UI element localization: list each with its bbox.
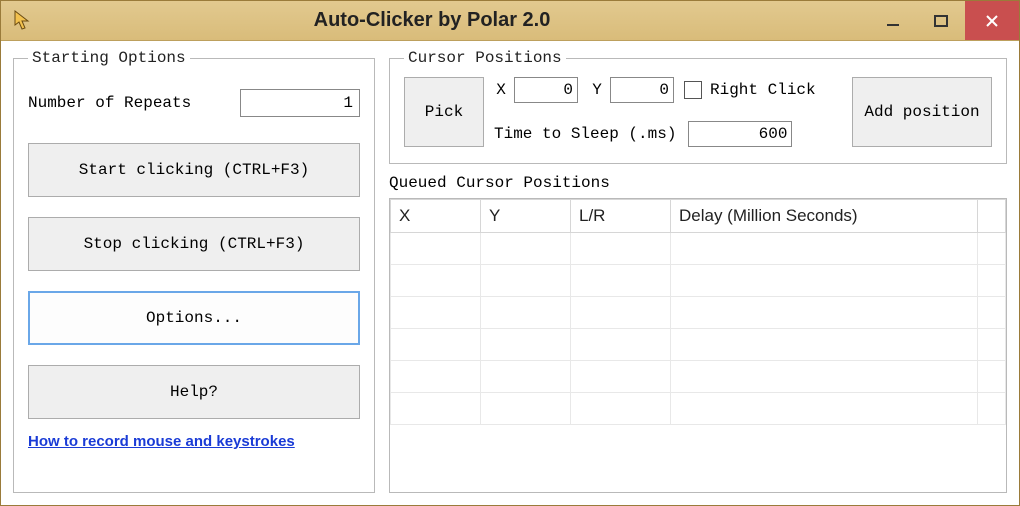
queued-positions-table[interactable]: X Y L/R Delay (Million Seconds): [389, 198, 1007, 493]
titlebar: Auto-Clicker by Polar 2.0: [1, 1, 1019, 41]
pick-button[interactable]: Pick: [404, 77, 484, 147]
cursor-positions-legend: Cursor Positions: [404, 49, 566, 67]
repeats-label: Number of Repeats: [28, 94, 240, 112]
help-button[interactable]: Help?: [28, 365, 360, 419]
minimize-button[interactable]: [869, 1, 917, 40]
starting-options-legend: Starting Options: [28, 49, 190, 67]
client-area: Starting Options Number of Repeats Start…: [1, 41, 1019, 505]
close-button[interactable]: [965, 1, 1019, 40]
table-row: [391, 297, 1006, 329]
stop-clicking-button[interactable]: Stop clicking (CTRL+F3): [28, 217, 360, 271]
col-delay[interactable]: Delay (Million Seconds): [671, 200, 978, 233]
x-label: X: [494, 81, 508, 99]
table-row: [391, 361, 1006, 393]
sleep-label: Time to Sleep (.ms): [494, 125, 676, 143]
repeats-row: Number of Repeats: [28, 89, 360, 117]
sleep-input[interactable]: [688, 121, 792, 147]
window-title: Auto-Clicker by Polar 2.0: [0, 9, 869, 32]
right-click-label: Right Click: [710, 81, 816, 99]
col-lr[interactable]: L/R: [571, 200, 671, 233]
col-y[interactable]: Y: [481, 200, 571, 233]
table-row: [391, 393, 1006, 425]
table-row: [391, 265, 1006, 297]
cursor-positions-group: Cursor Positions Pick X Y Right Click Ti…: [389, 49, 1007, 164]
right-click-checkbox[interactable]: [684, 81, 702, 99]
window-controls: [869, 1, 1019, 40]
y-input[interactable]: [610, 77, 674, 103]
queued-positions-label: Queued Cursor Positions: [389, 174, 1007, 192]
right-pane: Cursor Positions Pick X Y Right Click Ti…: [389, 49, 1007, 493]
start-clicking-button[interactable]: Start clicking (CTRL+F3): [28, 143, 360, 197]
x-input[interactable]: [514, 77, 578, 103]
how-to-record-link[interactable]: How to record mouse and keystrokes: [28, 433, 360, 450]
starting-options-group: Starting Options Number of Repeats Start…: [13, 49, 375, 493]
table-row: [391, 329, 1006, 361]
repeats-input[interactable]: [240, 89, 360, 117]
y-label: Y: [590, 81, 604, 99]
add-position-button[interactable]: Add position: [852, 77, 992, 147]
col-x[interactable]: X: [391, 200, 481, 233]
maximize-button[interactable]: [917, 1, 965, 40]
table-row: [391, 233, 1006, 265]
col-spacer: [978, 200, 1006, 233]
options-button[interactable]: Options...: [28, 291, 360, 345]
